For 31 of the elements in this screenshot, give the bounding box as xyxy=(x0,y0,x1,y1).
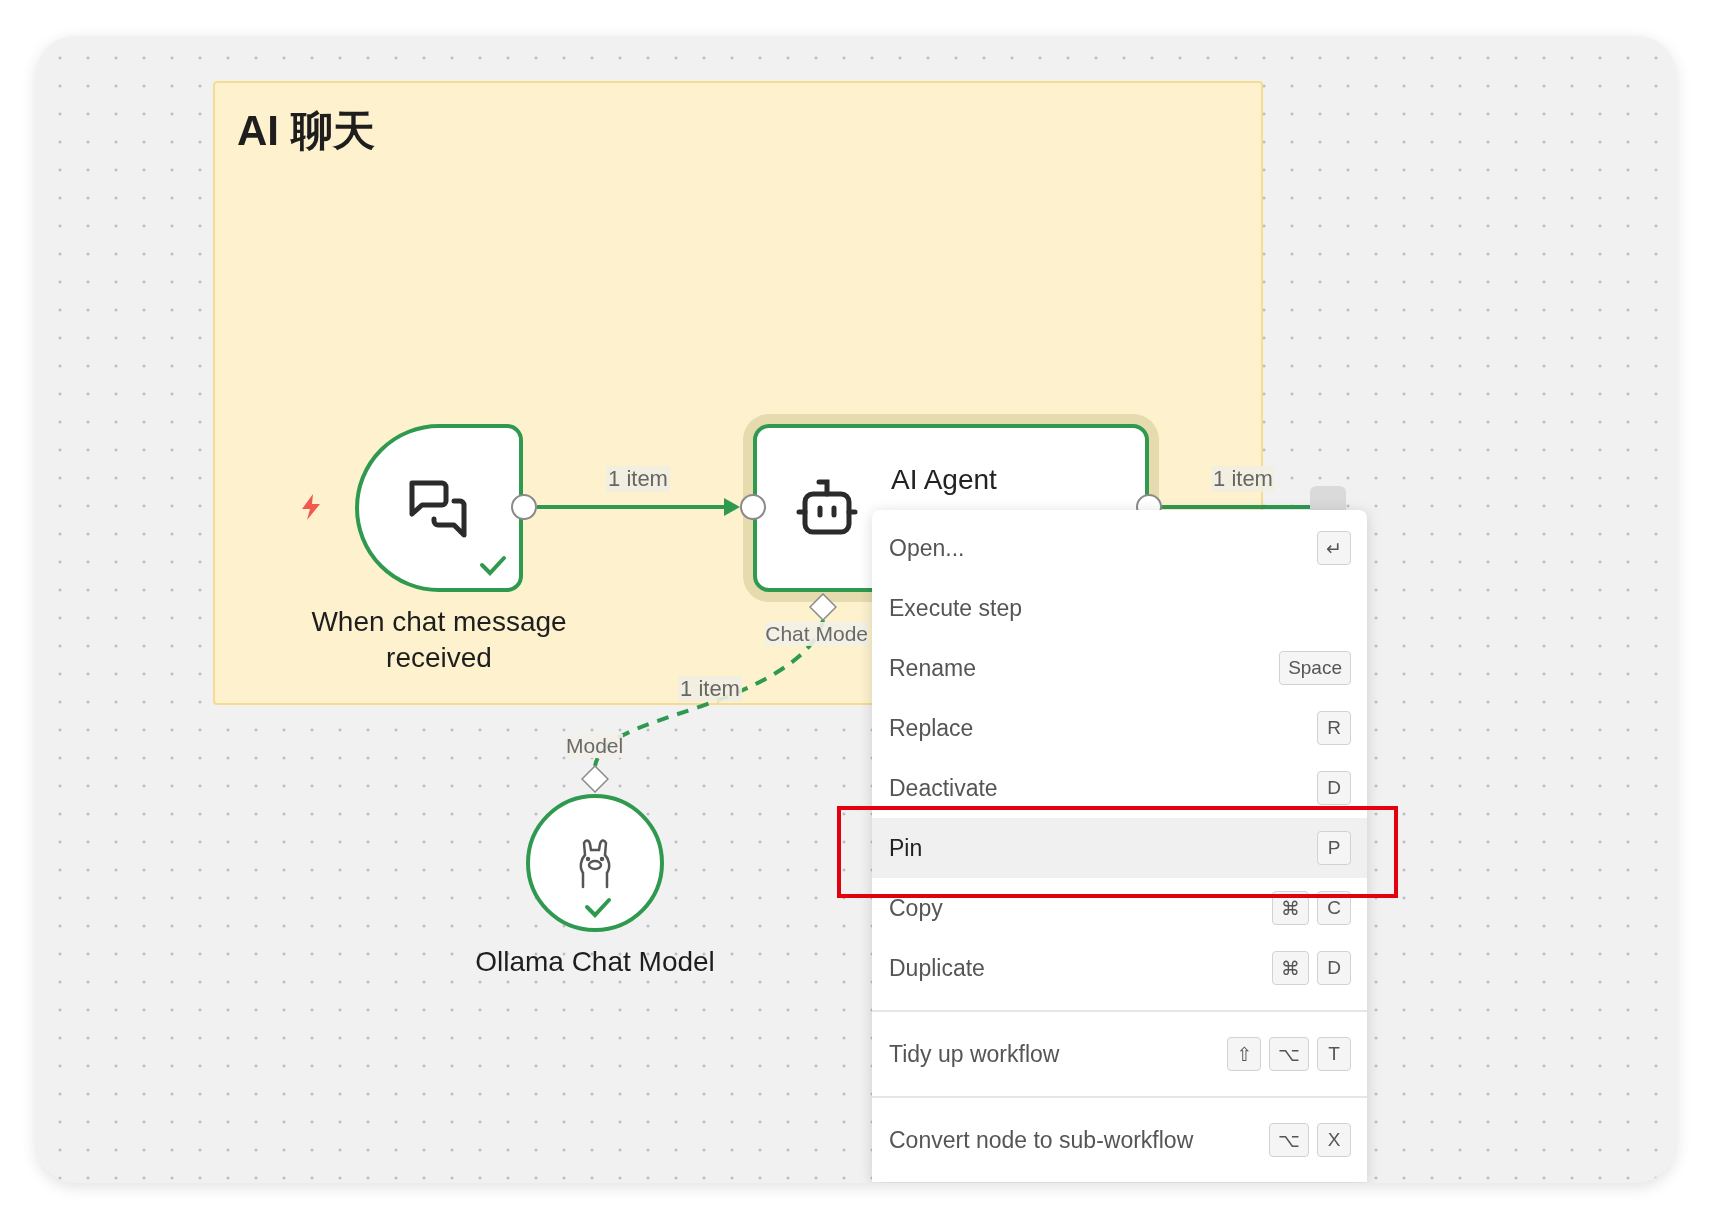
menu-item[interactable]: Tidy up workflow ⇧ ⌥ T xyxy=(872,1024,1367,1084)
shortcut-key: ⌥ xyxy=(1269,1123,1309,1157)
node-title: When chat message received xyxy=(310,605,568,675)
node-title: AI Agent xyxy=(891,464,997,496)
connection-label: 1 item xyxy=(606,466,670,492)
port-label: Model xyxy=(566,734,624,758)
shortcut-key: Space xyxy=(1279,651,1351,685)
connection-label: 1 item xyxy=(678,676,742,702)
connection-label: 1 item xyxy=(1211,466,1275,492)
group-title: AI 聊天 xyxy=(237,106,375,156)
port-label: Chat Mode xyxy=(765,622,868,646)
menu-item[interactable]: Duplicate ⌘ D xyxy=(872,938,1367,998)
robot-icon xyxy=(795,478,859,538)
menu-item[interactable]: Pin P xyxy=(872,818,1367,878)
shortcut-key: T xyxy=(1317,1037,1351,1071)
menu-item[interactable]: Rename Space xyxy=(872,638,1367,698)
shortcut-key: D xyxy=(1317,951,1351,985)
menu-item[interactable]: Replace R xyxy=(872,698,1367,758)
shortcut-key: ⌥ xyxy=(1269,1037,1309,1071)
shortcut-key: ⇧ xyxy=(1227,1037,1262,1071)
menu-item[interactable]: Convert node to sub-workflow ⌥ X xyxy=(872,1110,1367,1170)
menu-item[interactable]: Deactivate D xyxy=(872,758,1367,818)
shortcut-key: D xyxy=(1317,771,1351,805)
shortcut-key: ⌘ xyxy=(1272,951,1309,985)
shortcut-key: P xyxy=(1317,831,1351,865)
node-title: Ollama Chat Model xyxy=(474,945,716,979)
shortcut-key: X xyxy=(1317,1123,1351,1157)
menu-item[interactable]: Copy ⌘ C xyxy=(872,878,1367,938)
lightning-icon xyxy=(299,493,323,521)
shortcut-key: ↵ xyxy=(1317,531,1351,565)
shortcut-key: R xyxy=(1317,711,1351,745)
